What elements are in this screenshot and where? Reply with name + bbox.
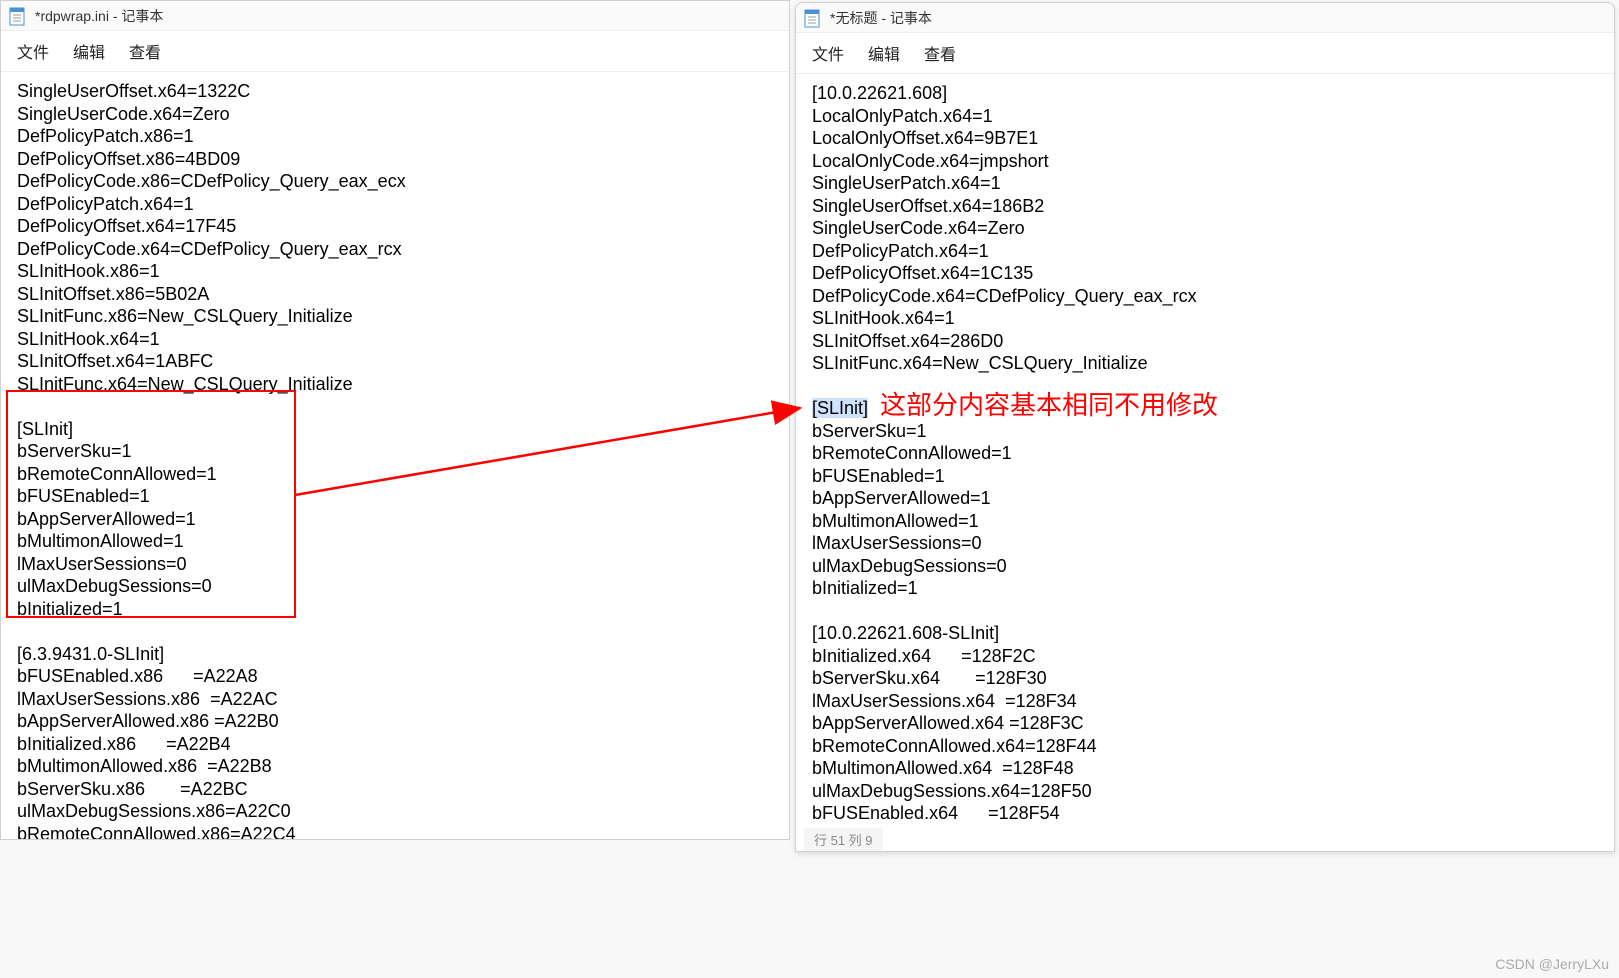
menu-view[interactable]: 查看 xyxy=(924,41,956,65)
watermark: CSDN @JerryLXu xyxy=(1495,956,1609,972)
text-before: [10.0.22621.608] LocalOnlyPatch.x64=1 Lo… xyxy=(812,83,1197,373)
selected-text: [SLInit] xyxy=(812,398,868,418)
menu-file[interactable]: 文件 xyxy=(17,39,49,63)
notepad-window-right: *无标题 - 记事本 文件 编辑 查看 [10.0.22621.608] Loc… xyxy=(795,2,1615,852)
menubar-left: 文件 编辑 查看 xyxy=(1,31,789,72)
menu-edit[interactable]: 编辑 xyxy=(73,39,105,63)
menubar-right: 文件 编辑 查看 xyxy=(796,33,1614,74)
menu-view[interactable]: 查看 xyxy=(129,39,161,63)
annotation-text: 这部分内容基本相同不用修改 xyxy=(880,385,1218,422)
menu-edit[interactable]: 编辑 xyxy=(868,41,900,65)
editor-content-right[interactable]: [10.0.22621.608] LocalOnlyPatch.x64=1 Lo… xyxy=(796,74,1614,851)
window-title-right: *无标题 - 记事本 xyxy=(830,8,932,28)
titlebar-left[interactable]: *rdpwrap.ini - 记事本 xyxy=(1,1,789,31)
window-title-left: *rdpwrap.ini - 记事本 xyxy=(35,6,163,26)
editor-content-left[interactable]: SingleUserOffset.x64=1322C SingleUserCod… xyxy=(1,72,789,839)
menu-file[interactable]: 文件 xyxy=(812,41,844,65)
status-bar-right: 行 51 列 9 xyxy=(804,828,883,851)
notepad-icon xyxy=(804,8,820,28)
notepad-icon xyxy=(9,6,25,26)
titlebar-right[interactable]: *无标题 - 记事本 xyxy=(796,3,1614,33)
notepad-window-left: *rdpwrap.ini - 记事本 文件 编辑 查看 SingleUserOf… xyxy=(0,0,790,840)
text-after: bServerSku=1 bRemoteConnAllowed=1 bFUSEn… xyxy=(812,421,1097,824)
